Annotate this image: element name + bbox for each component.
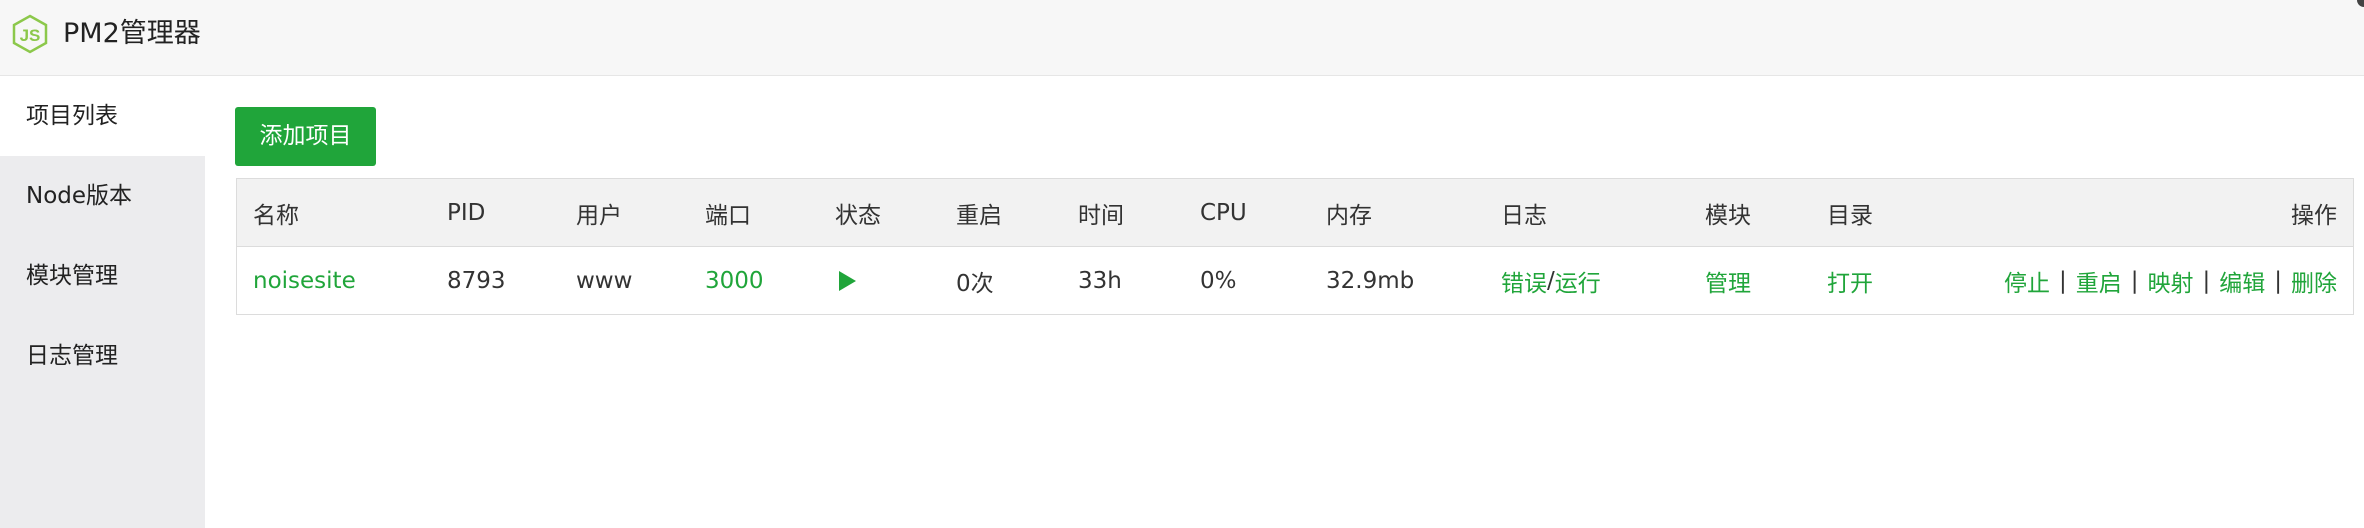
nodejs-icon: JS xyxy=(12,14,48,54)
title-bar: JS PM2管理器 xyxy=(0,0,2364,76)
sidebar-item-project-list[interactable]: 项目列表 xyxy=(0,76,205,156)
restart-link[interactable]: 重启 xyxy=(2076,264,2122,298)
pid-value: 8793 xyxy=(447,267,506,294)
sidebar-item-module-management[interactable]: 模块管理 xyxy=(0,236,205,316)
log-separator: / xyxy=(1547,267,1555,294)
project-name-link[interactable]: noisesite xyxy=(253,247,356,314)
module-manage-link[interactable]: 管理 xyxy=(1705,247,1751,314)
svg-text:JS: JS xyxy=(20,26,41,45)
map-link[interactable]: 映射 xyxy=(2148,264,2194,298)
port-link[interactable]: 3000 xyxy=(705,247,764,314)
uptime-value: 33h xyxy=(1078,267,1122,294)
sidebar-item-log-management[interactable]: 日志管理 xyxy=(0,316,205,396)
header-restart: 重启 xyxy=(956,202,1002,229)
delete-link[interactable]: 删除 xyxy=(2291,264,2337,298)
user-value: www xyxy=(576,267,633,294)
stop-link[interactable]: 停止 xyxy=(2004,264,2050,298)
header-status: 状态 xyxy=(835,202,881,229)
memory-value: 32.9mb xyxy=(1326,267,1415,294)
table-header: 名称 PID 用户 端口 状态 重启 时间 CPU 内存 日志 模块 目录 操作 xyxy=(237,179,2353,247)
run-log-link[interactable]: 运行 xyxy=(1555,264,1601,298)
app-title: PM2管理器 xyxy=(63,18,201,49)
row-actions: 停止 | 重启 | 映射 | 编辑 | 删除 xyxy=(2004,247,2337,314)
open-directory-link[interactable]: 打开 xyxy=(1827,247,1873,314)
header-actions: 操作 xyxy=(2291,202,2337,229)
header-memory: 内存 xyxy=(1326,202,1372,229)
main-panel: 添加项目 名称 PID 用户 端口 状态 重启 时间 CPU 内存 日志 模块 … xyxy=(205,76,2364,528)
restart-count: 0次 xyxy=(956,270,994,297)
table-row: noisesite 8793 www 3000 0次 33h 0% 32.9mb… xyxy=(237,247,2353,314)
status-toggle[interactable] xyxy=(839,247,856,314)
header-port: 端口 xyxy=(705,202,751,229)
edit-link[interactable]: 编辑 xyxy=(2219,264,2265,298)
sidebar: 项目列表 Node版本 模块管理 日志管理 xyxy=(0,76,205,528)
header-log: 日志 xyxy=(1501,202,1547,229)
header-time: 时间 xyxy=(1078,202,1124,229)
add-project-button[interactable]: 添加项目 xyxy=(235,107,376,166)
cpu-value: 0% xyxy=(1200,267,1237,294)
action-separator: | xyxy=(2274,267,2282,294)
project-table: 名称 PID 用户 端口 状态 重启 时间 CPU 内存 日志 模块 目录 操作… xyxy=(236,178,2354,315)
action-separator: | xyxy=(2202,267,2211,294)
sidebar-item-node-version[interactable]: Node版本 xyxy=(0,156,205,236)
action-separator: | xyxy=(2059,267,2067,294)
header-name: 名称 xyxy=(253,202,299,229)
header-user: 用户 xyxy=(576,202,622,229)
window-corner xyxy=(2357,0,2364,7)
action-separator: | xyxy=(2130,267,2139,294)
header-pid: PID xyxy=(447,199,486,226)
header-module: 模块 xyxy=(1705,202,1751,229)
log-links: 错误 / 运行 xyxy=(1501,247,1601,314)
header-cpu: CPU xyxy=(1200,199,1247,226)
play-icon xyxy=(839,270,856,291)
header-directory: 目录 xyxy=(1827,202,1873,229)
error-log-link[interactable]: 错误 xyxy=(1501,264,1547,298)
